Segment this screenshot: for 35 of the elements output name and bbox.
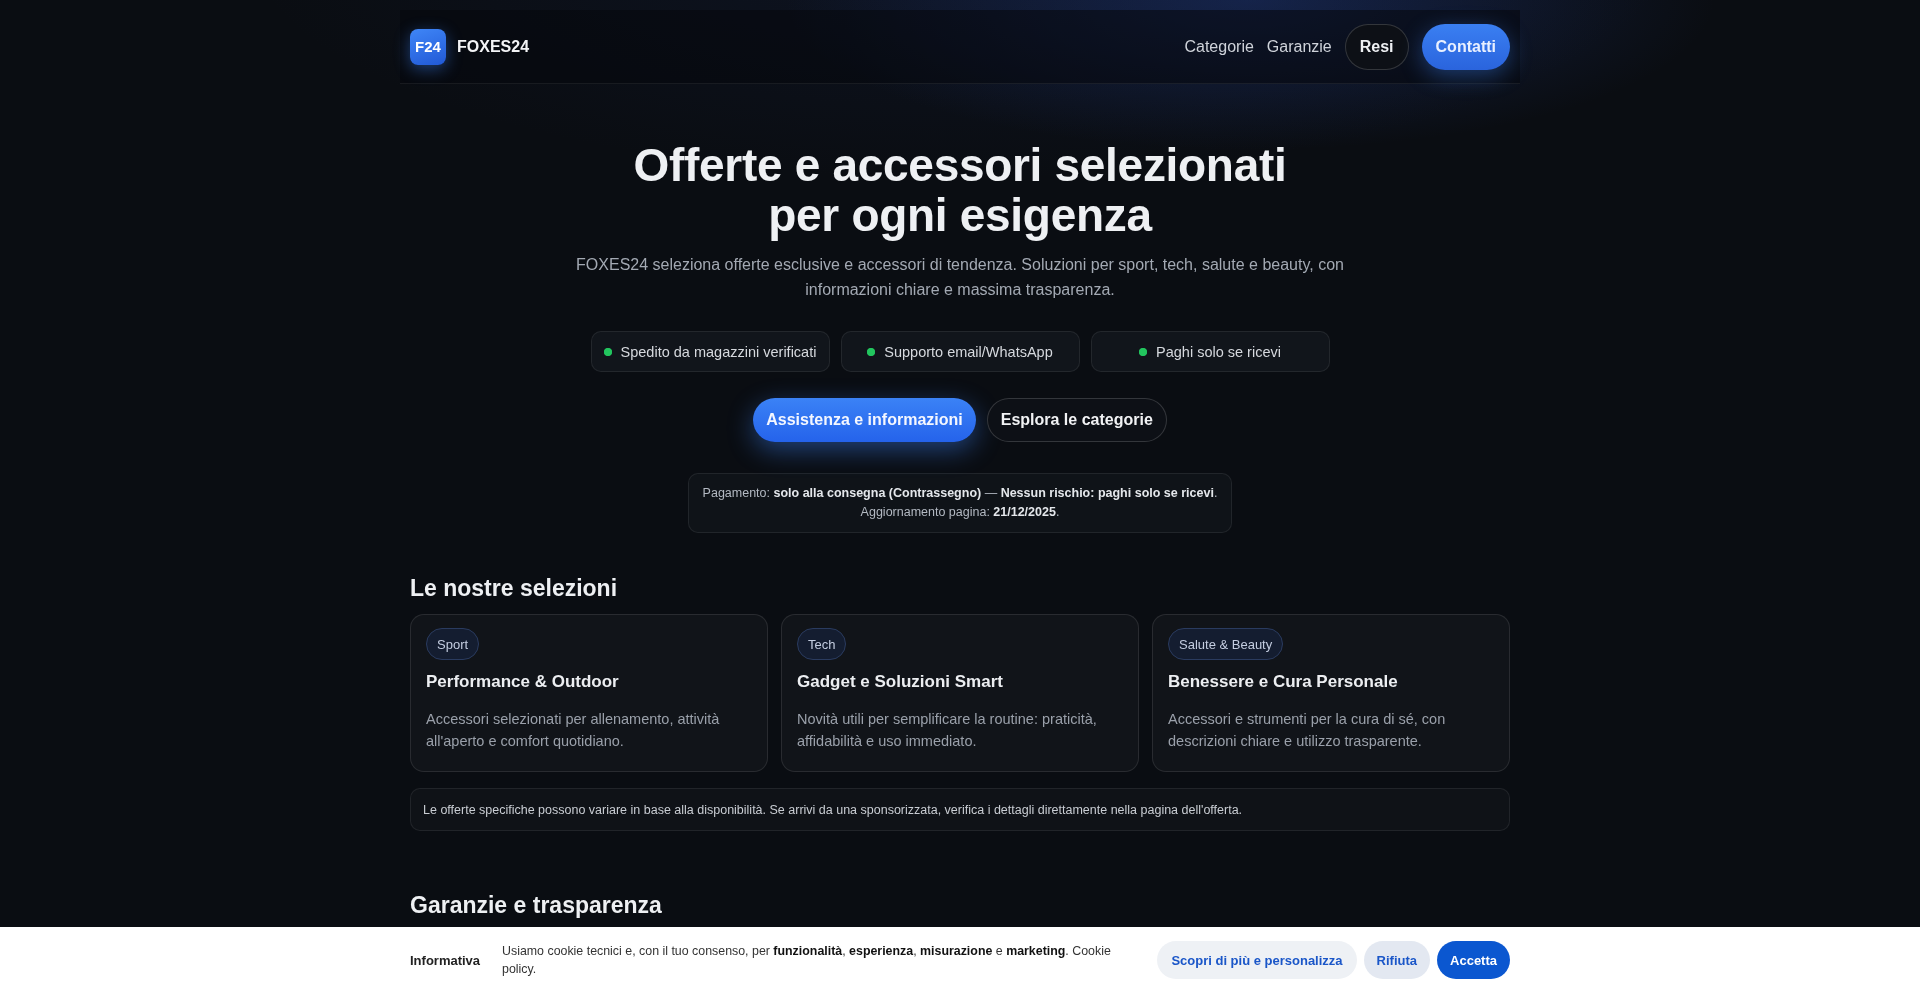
status-dot-icon <box>867 347 876 356</box>
cookie-text: Usiamo cookie tecnici e, con il tuo consenso, per funzionalità, esperienza, misurazione e marketing. Cookie policy. <box>502 943 1112 978</box>
nav-link[interactable]: Garanzie <box>1266 37 1332 56</box>
status-dot-icon <box>1139 347 1148 356</box>
card-description: Novità utili per semplificare la routine: praticità, affidabilità e uso immediato. <box>797 710 1098 751</box>
feature-label: Supporto email/WhatsApp <box>884 343 1053 360</box>
notice-line: Aggiornamento pagina: 21/12/2025. <box>859 504 1061 521</box>
status-dot-icon <box>603 347 612 356</box>
cookie-title: Informativa <box>410 952 482 968</box>
customize-button[interactable]: Scopri di più e personalizza <box>1157 941 1357 979</box>
logo-tile[interactable]: F24 <box>410 28 446 65</box>
feature-label: Spedito da magazzini verificati <box>620 343 817 360</box>
section-heading: Garanzie e trasparenza <box>410 891 663 919</box>
brand-name[interactable]: FOXES24 <box>457 37 530 56</box>
notice-line: Pagamento: solo alla consegna (Contrassegno) — Nessun rischio: paghi solo se ricevi. <box>702 485 1218 502</box>
hero-subtitle: FOXES24 seleziona offerte esclusive e accessori di tendenza. Soluzioni per sport, tech, salute e beauty, con informazioni chiare e massima trasparenza. <box>575 255 1345 300</box>
category-tag: Sport <box>426 628 480 660</box>
nav-button[interactable]: Resi <box>1344 23 1409 70</box>
card-description: Accessori e strumenti per la cura di sé, con descrizioni chiare e utilizzo trasparente. <box>1168 710 1447 751</box>
feature-label: Paghi solo se ricevi <box>1156 343 1281 360</box>
hero-title: Offerte e accessori selezionati per ogni esigenza <box>632 140 1288 240</box>
card-title: Gadget e Soluzioni Smart <box>797 671 1004 693</box>
card-description: Accessori selezionati per allenamento, attività all'aperto e comfort quotidiano. <box>426 710 721 751</box>
category-tag: Salute & Beauty <box>1168 628 1284 660</box>
card-title: Benessere e Cura Personale <box>1168 671 1399 693</box>
disclaimer-note: Le offerte specifiche possono variare in base alla disponibilità. Se arrivi da una sponsorizzata, verifica i dettagli direttamente nella pagina dell'offerta. <box>410 788 1510 831</box>
accept-button[interactable]: Accetta <box>1437 941 1510 979</box>
contact-button[interactable]: Contatti <box>1421 23 1510 70</box>
secondary-action-button[interactable]: Esplora le categorie <box>986 398 1167 442</box>
section-heading: Le nostre selezioni <box>410 574 619 602</box>
primary-action-button[interactable]: Assistenza e informazioni <box>753 398 976 442</box>
category-tag: Tech <box>797 628 847 660</box>
nav-link[interactable]: Categorie <box>1184 37 1254 56</box>
reject-button[interactable]: Rifiuta <box>1363 941 1431 979</box>
card-title: Performance & Outdoor <box>426 671 620 693</box>
